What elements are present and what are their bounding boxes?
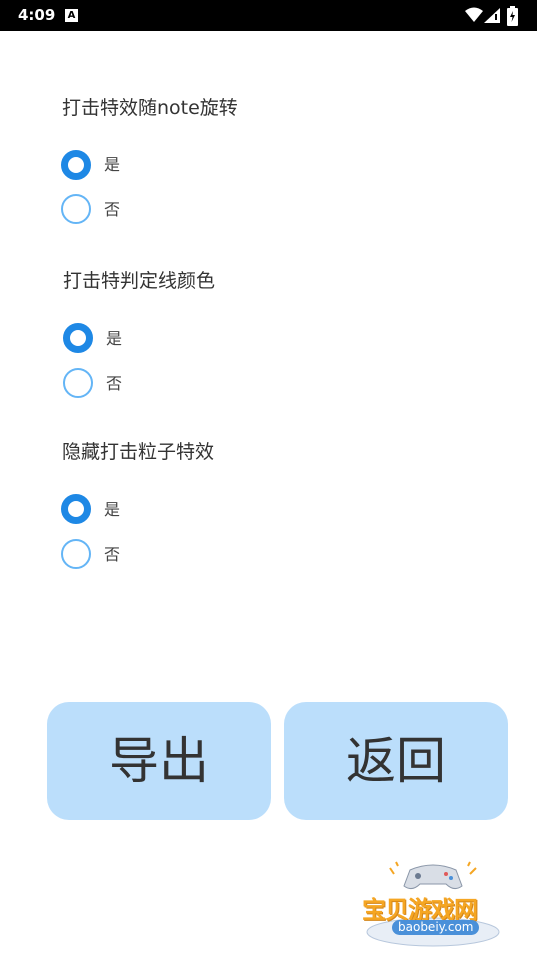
status-bar: 4:09 A [0, 0, 537, 31]
radio-no[interactable] [63, 368, 93, 398]
radio-no[interactable] [61, 539, 91, 569]
setting-title: 打击特效随note旋转 [62, 97, 238, 119]
export-button[interactable]: 导出 [47, 702, 271, 820]
radio-label-no: 否 [106, 374, 123, 393]
radio-label-yes: 是 [106, 329, 123, 348]
radio-yes[interactable] [61, 150, 91, 180]
watermark-url: baobeiy.com [392, 920, 480, 935]
radio-yes[interactable] [63, 323, 93, 353]
radio-label-yes: 是 [104, 155, 121, 174]
a-letter-icon: A [65, 9, 78, 22]
radio-no[interactable] [61, 194, 91, 224]
setting-title: 隐藏打击粒子特效 [62, 441, 215, 463]
battery-icon [507, 6, 518, 26]
radio-label-no: 否 [104, 200, 121, 219]
back-button[interactable]: 返回 [284, 702, 508, 820]
status-time: 4:09 [18, 6, 56, 24]
radio-label-yes: 是 [104, 500, 121, 519]
signal-icon [484, 8, 500, 23]
wifi-icon [465, 7, 483, 22]
radio-label-no: 否 [104, 545, 121, 564]
watermark-logo: 宝贝游戏网 baobeiy.com [358, 860, 508, 950]
setting-title: 打击特判定线颜色 [63, 270, 216, 292]
radio-yes[interactable] [61, 494, 91, 524]
